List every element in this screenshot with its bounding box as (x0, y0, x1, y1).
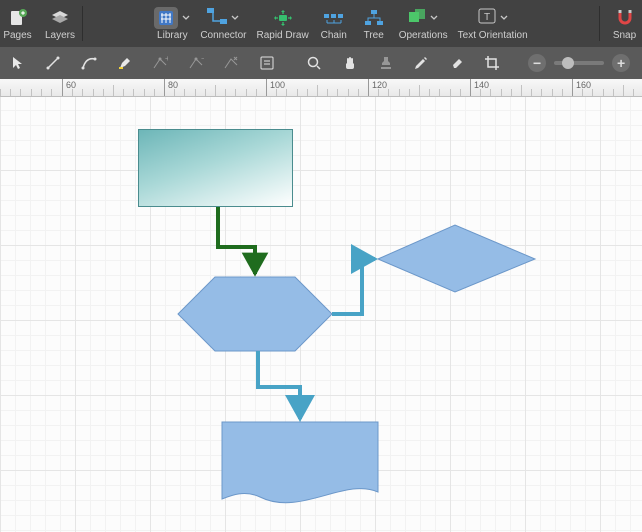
svg-text:T: T (484, 12, 490, 23)
connector-teal-right[interactable] (332, 259, 375, 314)
layers-button[interactable]: Layers (40, 0, 80, 47)
operations-button[interactable]: Operations (394, 0, 453, 47)
zoom-in-button[interactable]: + (612, 54, 630, 72)
flowchart-decision-shape[interactable] (378, 225, 535, 292)
main-toolbar: Pages Layers Library Connector Rapi (0, 0, 642, 47)
text-orientation-button[interactable]: T Text Orientation (453, 0, 533, 47)
tools-toolbar: + − − + (0, 47, 642, 79)
library-button[interactable]: Library (149, 0, 195, 47)
connector-button[interactable]: Connector (195, 0, 251, 47)
tree-icon (364, 7, 384, 29)
canvas-overlay (0, 97, 642, 532)
connector-green[interactable] (218, 207, 255, 274)
svg-text:+: + (165, 55, 168, 63)
tree-label: Tree (364, 30, 384, 41)
operations-label: Operations (399, 30, 448, 41)
snap-button[interactable]: Snap (602, 0, 642, 47)
zoom-out-button[interactable]: − (528, 54, 546, 72)
text-orientation-icon: T (478, 8, 496, 27)
edit-point-convert-tool[interactable] (219, 51, 243, 75)
rapid-draw-icon (272, 7, 294, 29)
library-label: Library (157, 30, 188, 41)
zoom-slider[interactable] (554, 61, 604, 65)
edit-point-add-tool[interactable]: + (148, 51, 172, 75)
pointer-tool[interactable] (6, 51, 30, 75)
rapid-draw-label: Rapid Draw (256, 30, 308, 41)
pan-tool[interactable] (338, 51, 362, 75)
text-orientation-label: Text Orientation (458, 30, 528, 41)
chevron-down-icon (430, 14, 438, 22)
toolbar-separator (599, 6, 600, 41)
notes-tool[interactable] (255, 51, 279, 75)
flowchart-preparation-shape[interactable] (178, 277, 332, 351)
edit-point-remove-tool[interactable]: − (184, 51, 208, 75)
chain-icon (324, 7, 344, 29)
highlighter-tool[interactable] (113, 51, 137, 75)
chevron-down-icon (500, 14, 508, 22)
chain-label: Chain (321, 30, 347, 41)
stamp-tool[interactable] (374, 51, 398, 75)
pages-label: Pages (3, 30, 31, 41)
connector-label: Connector (200, 30, 246, 41)
pages-button[interactable]: Pages (0, 0, 40, 47)
chevron-down-icon (231, 14, 239, 22)
library-icon (154, 7, 178, 29)
rapid-draw-button[interactable]: Rapid Draw (251, 0, 313, 47)
drawing-canvas[interactable] (0, 97, 642, 532)
horizontal-ruler: 6080100120140160 (0, 79, 642, 97)
chevron-down-icon (182, 14, 190, 22)
snap-icon (616, 7, 634, 29)
layers-icon (50, 7, 70, 29)
crop-tool[interactable] (481, 51, 505, 75)
tree-button[interactable]: Tree (354, 0, 394, 47)
line-tool[interactable] (42, 51, 66, 75)
eraser-tool[interactable] (445, 51, 469, 75)
operations-icon (408, 8, 426, 27)
zoom-control: − + (528, 54, 636, 72)
toolbar-separator (82, 6, 83, 41)
pages-icon (8, 7, 28, 29)
curve-tool[interactable] (77, 51, 101, 75)
flowchart-process-shape[interactable] (138, 129, 293, 207)
snap-label: Snap (613, 30, 636, 41)
chain-button[interactable]: Chain (314, 0, 354, 47)
svg-text:−: − (201, 55, 204, 63)
flowchart-document-shape[interactable] (222, 422, 378, 503)
connector-teal-down[interactable] (258, 351, 300, 419)
connector-icon (207, 8, 227, 27)
zoom-tool[interactable] (303, 51, 327, 75)
layers-label: Layers (45, 30, 75, 41)
eyedropper-tool[interactable] (409, 51, 433, 75)
